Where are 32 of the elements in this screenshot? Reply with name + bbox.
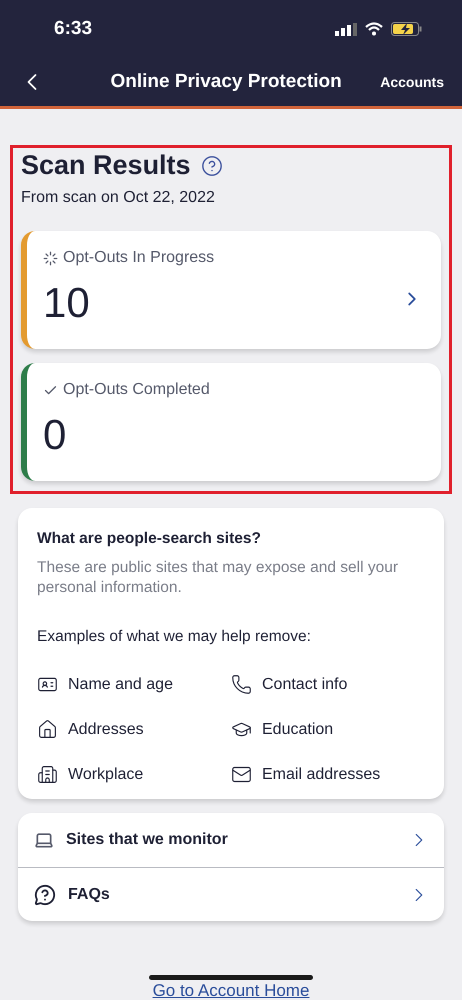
scan-date: From scan on Oct 22, 2022: [21, 189, 216, 207]
battery-charging-icon: [391, 22, 422, 36]
example-item: Workplace: [68, 766, 144, 784]
info-title: What are people-search sites?: [37, 530, 262, 548]
card-count: 0: [43, 411, 68, 459]
envelope-icon: [231, 764, 252, 785]
help-icon[interactable]: [200, 154, 223, 176]
example-item: Name and age: [68, 676, 173, 694]
card-count: 10: [43, 279, 91, 327]
card-label: Opt-Outs In Progress: [63, 249, 214, 267]
card-label: Opt-Outs Completed: [63, 381, 210, 399]
accounts-button[interactable]: Accounts: [380, 74, 444, 90]
spinner-icon: [43, 250, 58, 266]
info-text: These are public sites that may expose and sell your personal information.: [37, 558, 399, 598]
building-icon: [37, 764, 58, 785]
house-icon: [37, 719, 58, 740]
wifi-icon: [365, 22, 383, 36]
question-bubble-icon: [34, 884, 56, 906]
phone-icon: [231, 674, 252, 695]
link-item[interactable]: FAQs: [68, 886, 396, 904]
example-item: Contact info: [262, 676, 348, 694]
example-item: Email addresses: [262, 766, 380, 784]
signal-icon: [335, 22, 357, 36]
section-title: Scan Results: [21, 150, 191, 181]
examples-title: Examples of what we may help remove:: [37, 628, 312, 646]
status-time: 6:33: [54, 18, 92, 40]
example-item: Education: [262, 720, 334, 738]
link-item[interactable]: Sites that we monitor: [66, 831, 396, 849]
example-item: Addresses: [68, 720, 144, 738]
account-home-link[interactable]: Go to Account Home: [152, 982, 310, 1000]
result-card[interactable]: Opt-Outs In Progress 10: [21, 231, 441, 349]
screen-title: Online Privacy Protection: [109, 71, 343, 93]
